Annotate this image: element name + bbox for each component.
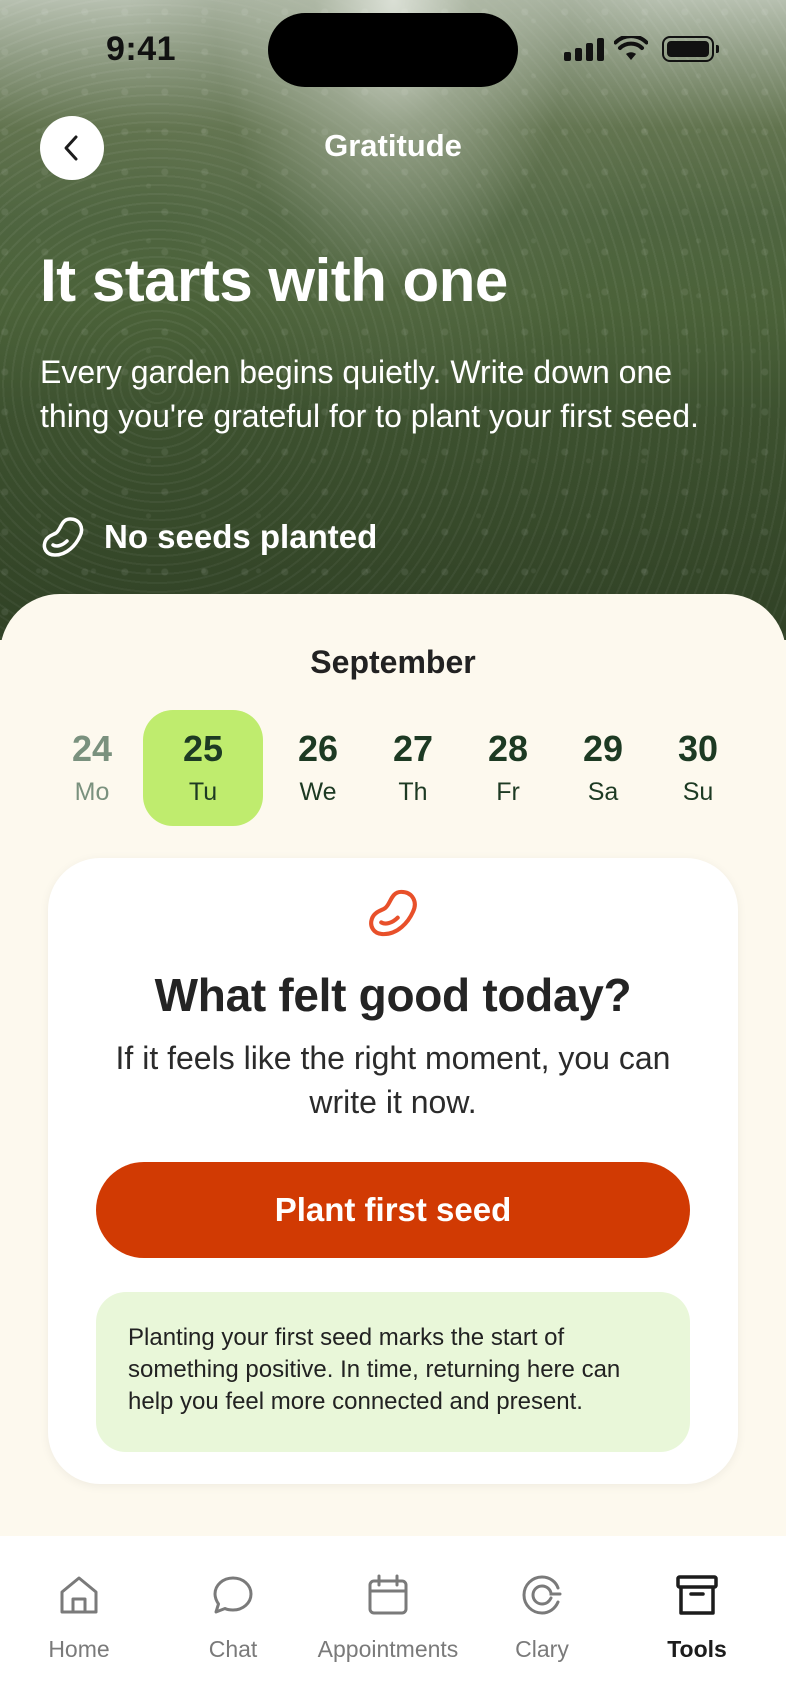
tab-tools[interactable]: Tools [652, 1570, 742, 1680]
archive-icon [676, 1575, 718, 1615]
clary-icon [522, 1575, 562, 1615]
tab-home[interactable]: Home [34, 1570, 124, 1680]
status-icons [564, 36, 719, 62]
tab-appointments[interactable]: Appointments [313, 1570, 463, 1680]
info-message: Planting your first seed marks the start… [96, 1292, 690, 1452]
seed-icon [42, 517, 84, 557]
tab-label: Appointments [317, 1636, 459, 1662]
plant-first-seed-button[interactable]: Plant first seed [96, 1162, 690, 1258]
tab-label: Home [48, 1636, 110, 1662]
calendar-icon [368, 1574, 408, 1615]
day-weekday: We [299, 778, 337, 806]
day-number: 25 [182, 728, 224, 769]
bottom-tab-bar: Home Chat Appointments Clary Tools [0, 1536, 786, 1704]
chat-icon [213, 1576, 253, 1614]
day-number: 29 [582, 728, 624, 769]
tab-clary[interactable]: Clary [497, 1570, 587, 1680]
day-weekday: Mo [74, 778, 110, 806]
seed-status-label: No seeds planted [104, 518, 378, 555]
home-icon [60, 1576, 98, 1614]
seed-icon [369, 889, 417, 937]
day-item[interactable]: 24 Mo [32, 710, 152, 826]
hero-heading: It starts with one [40, 247, 508, 314]
day-number: 30 [677, 728, 719, 769]
tab-label: Tools [667, 1636, 727, 1662]
day-item[interactable]: 30 Su [638, 710, 758, 826]
battery-icon [662, 36, 719, 62]
week-day-selector: 24 Mo 25 Tu 26 We 27 Th 28 Fr 29 Sa 30 S… [40, 710, 746, 826]
gratitude-prompt-card: What felt good today? If it feels like t… [48, 858, 738, 1484]
month-label: September [310, 644, 476, 680]
tab-label: Chat [208, 1636, 258, 1662]
day-weekday: Tu [188, 778, 218, 806]
seed-status: No seeds planted [40, 514, 377, 560]
tab-label: Clary [515, 1636, 569, 1662]
cellular-signal-icon [564, 37, 604, 61]
day-weekday: Sa [587, 778, 619, 806]
day-number: 24 [71, 728, 113, 769]
day-item-selected[interactable]: 25 Tu [143, 710, 263, 826]
day-number: 28 [487, 728, 529, 769]
card-title: What felt good today? [154, 969, 632, 1021]
card-subtitle: If it feels like the right moment, you c… [115, 1040, 671, 1120]
status-time: 9:41 [106, 30, 177, 68]
status-bar: 9:41 [0, 0, 786, 100]
day-weekday: Th [398, 778, 428, 806]
wifi-icon [614, 36, 648, 60]
day-weekday: Fr [496, 778, 520, 806]
day-weekday: Su [682, 778, 714, 806]
day-number: 27 [392, 728, 434, 769]
hero-description: Every garden begins quietly. Write down … [40, 354, 699, 434]
day-number: 26 [297, 728, 339, 769]
page-title: Gratitude [324, 128, 462, 163]
tab-chat[interactable]: Chat [188, 1570, 278, 1680]
dynamic-island [268, 13, 518, 87]
